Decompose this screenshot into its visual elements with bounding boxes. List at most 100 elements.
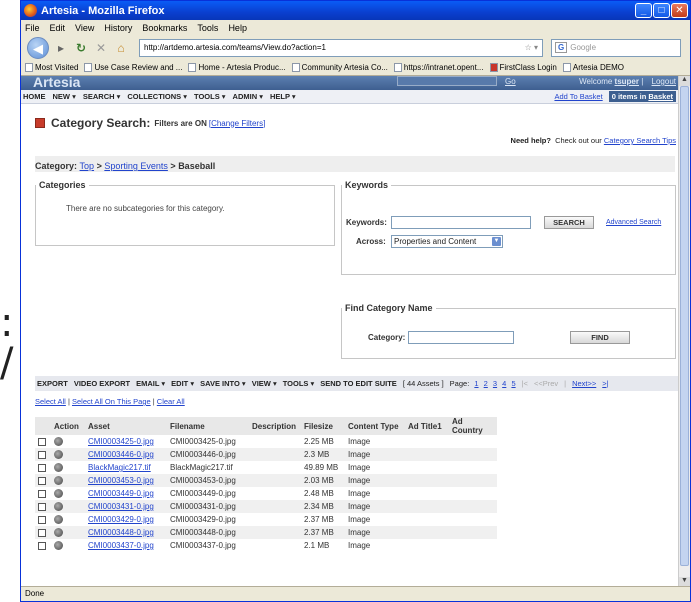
keywords-input[interactable] bbox=[391, 216, 531, 229]
bookmark-item[interactable]: Artesia DEMO bbox=[562, 63, 624, 73]
action-menu-icon[interactable] bbox=[54, 437, 63, 447]
page-link[interactable]: 5 bbox=[511, 379, 515, 388]
column-header[interactable]: Ad Title1 bbox=[405, 417, 449, 435]
nav-home[interactable]: HOME bbox=[23, 92, 46, 101]
username-link[interactable]: tsuper bbox=[615, 77, 639, 86]
page-link[interactable]: 4 bbox=[502, 379, 506, 388]
app-search-input[interactable] bbox=[397, 76, 497, 86]
menu-help[interactable]: Help bbox=[228, 23, 247, 33]
menu-history[interactable]: History bbox=[104, 23, 132, 33]
column-header[interactable]: Ad Country bbox=[449, 417, 497, 435]
row-checkbox[interactable] bbox=[38, 476, 46, 485]
maximize-button[interactable]: □ bbox=[653, 3, 670, 18]
search-bar[interactable]: G Google bbox=[551, 38, 681, 57]
reload-button[interactable]: ↻ bbox=[73, 40, 89, 56]
tools-menu[interactable]: TOOLS ▾ bbox=[283, 379, 315, 388]
action-menu-icon[interactable] bbox=[54, 450, 63, 460]
action-menu-icon[interactable] bbox=[54, 489, 63, 499]
action-menu-icon[interactable] bbox=[54, 463, 63, 473]
basket-badge[interactable]: 0 items in Basket bbox=[608, 91, 676, 102]
back-button[interactable]: ◀ bbox=[27, 36, 49, 59]
bookmark-star-icon[interactable]: ☆ ▾ bbox=[525, 43, 542, 52]
minimize-button[interactable]: _ bbox=[635, 3, 652, 18]
row-checkbox[interactable] bbox=[38, 437, 46, 446]
find-button[interactable]: FIND bbox=[570, 331, 630, 344]
bookmark-item[interactable]: Most Visited bbox=[25, 63, 78, 73]
nav-collections[interactable]: COLLECTIONS ▾ bbox=[127, 92, 187, 101]
last-page-link[interactable]: >| bbox=[602, 379, 608, 388]
row-checkbox[interactable] bbox=[38, 528, 46, 537]
asset-link[interactable]: CMI0003449-0.jpg bbox=[88, 489, 154, 498]
add-to-basket-link[interactable]: Add To Basket bbox=[554, 92, 602, 101]
go-link[interactable]: Go bbox=[505, 77, 516, 86]
asset-link[interactable]: CMI0003453-0.jpg bbox=[88, 476, 154, 485]
next-page-link[interactable]: Next>> bbox=[572, 379, 596, 388]
column-header[interactable]: Filesize bbox=[301, 417, 345, 435]
column-header[interactable]: Content Type bbox=[345, 417, 405, 435]
row-checkbox[interactable] bbox=[38, 515, 46, 524]
view-menu[interactable]: VIEW ▾ bbox=[252, 379, 277, 388]
stop-button[interactable]: ✕ bbox=[93, 40, 109, 56]
change-filters-link[interactable]: [Change Filters] bbox=[209, 119, 265, 128]
video-export-button[interactable]: VIDEO EXPORT bbox=[74, 379, 130, 388]
menu-view[interactable]: View bbox=[75, 23, 94, 33]
row-checkbox[interactable] bbox=[38, 541, 46, 550]
menu-bookmarks[interactable]: Bookmarks bbox=[142, 23, 187, 33]
action-menu-icon[interactable] bbox=[54, 528, 63, 538]
home-icon[interactable]: ⌂ bbox=[113, 40, 129, 56]
category-search-tips-link[interactable]: Category Search Tips bbox=[604, 136, 676, 145]
forward-button[interactable]: ▸ bbox=[53, 40, 69, 56]
row-checkbox[interactable] bbox=[38, 463, 46, 472]
send-to-edit-suite-button[interactable]: SEND TO EDIT SUITE bbox=[320, 379, 397, 388]
bookmark-item[interactable]: FirstClass Login bbox=[489, 63, 557, 73]
search-button[interactable]: SEARCH bbox=[544, 216, 594, 229]
category-input[interactable] bbox=[408, 331, 514, 344]
bookmark-item[interactable]: Community Artesia Co... bbox=[291, 63, 388, 73]
page-link[interactable]: 2 bbox=[484, 379, 488, 388]
nav-help[interactable]: HELP ▾ bbox=[270, 92, 296, 101]
action-menu-icon[interactable] bbox=[54, 515, 63, 525]
row-checkbox[interactable] bbox=[38, 450, 46, 459]
asset-link[interactable]: BlackMagic217.tif bbox=[88, 463, 151, 472]
row-checkbox[interactable] bbox=[38, 489, 46, 498]
email-menu[interactable]: EMAIL ▾ bbox=[136, 379, 165, 388]
export-button[interactable]: EXPORT bbox=[37, 379, 68, 388]
vertical-scrollbar[interactable]: ▲ ▼ bbox=[678, 76, 690, 587]
menu-file[interactable]: File bbox=[25, 23, 40, 33]
asset-link[interactable]: CMI0003425-0.jpg bbox=[88, 437, 154, 446]
bookmark-item[interactable]: Home - Artesia Produc... bbox=[188, 63, 286, 73]
scroll-up-icon[interactable]: ▲ bbox=[679, 76, 690, 86]
page-link[interactable]: 3 bbox=[493, 379, 497, 388]
save-into-menu[interactable]: SAVE INTO ▾ bbox=[200, 379, 246, 388]
column-header[interactable]: Asset bbox=[85, 417, 167, 435]
nav-admin[interactable]: ADMIN ▾ bbox=[233, 92, 263, 101]
nav-new[interactable]: NEW ▾ bbox=[53, 92, 76, 101]
clear-all-link[interactable]: Clear All bbox=[157, 397, 185, 406]
asset-link[interactable]: CMI0003437-0.jpg bbox=[88, 541, 154, 550]
select-all-on-page-link[interactable]: Select All On This Page bbox=[72, 397, 151, 406]
across-select[interactable]: Properties and Content ▼ bbox=[391, 235, 503, 248]
asset-link[interactable]: CMI0003446-0.jpg bbox=[88, 450, 154, 459]
page-link[interactable]: 1 bbox=[474, 379, 478, 388]
select-all-link[interactable]: Select All bbox=[35, 397, 66, 406]
column-header[interactable]: Description bbox=[249, 417, 301, 435]
google-icon[interactable]: G bbox=[555, 42, 568, 53]
action-menu-icon[interactable] bbox=[54, 476, 63, 486]
asset-link[interactable]: CMI0003429-0.jpg bbox=[88, 515, 154, 524]
scrollbar-thumb[interactable] bbox=[680, 86, 689, 566]
close-button[interactable]: ✕ bbox=[671, 3, 688, 18]
nav-tools[interactable]: TOOLS ▾ bbox=[194, 92, 226, 101]
menu-edit[interactable]: Edit bbox=[50, 23, 66, 33]
advanced-search-link[interactable]: Advanced Search bbox=[606, 219, 661, 226]
breadcrumb-top[interactable]: Top bbox=[80, 161, 95, 171]
bookmark-item[interactable]: https://intranet.opent... bbox=[393, 63, 484, 73]
action-menu-icon[interactable] bbox=[54, 502, 63, 512]
breadcrumb-sporting-events[interactable]: Sporting Events bbox=[104, 161, 168, 171]
row-checkbox[interactable] bbox=[38, 502, 46, 511]
logout-link[interactable]: Logout bbox=[652, 77, 676, 86]
menu-tools[interactable]: Tools bbox=[197, 23, 218, 33]
asset-link[interactable]: CMI0003448-0.jpg bbox=[88, 528, 154, 537]
bookmark-item[interactable]: Use Case Review and ... bbox=[84, 63, 182, 73]
edit-menu[interactable]: EDIT ▾ bbox=[171, 379, 194, 388]
nav-search[interactable]: SEARCH ▾ bbox=[83, 92, 121, 101]
